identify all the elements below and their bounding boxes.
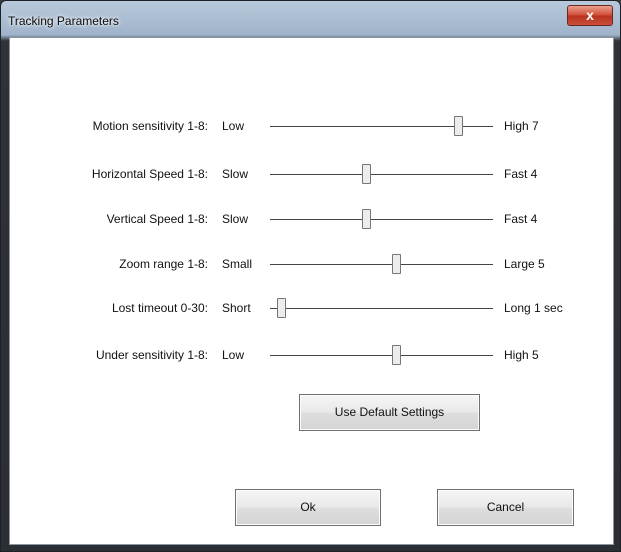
- slider-max-label: Large 5: [504, 257, 545, 271]
- slider-min-label: Low: [222, 348, 245, 362]
- slider-row-vertical-speed: Vertical Speed 1-8: Slow Fast 4: [10, 204, 615, 234]
- slider-max-label: Fast 4: [504, 212, 538, 226]
- slider-track[interactable]: [270, 308, 493, 309]
- slider-track[interactable]: [270, 264, 493, 265]
- slider-row-zoom-range: Zoom range 1-8: Small Large 5: [10, 249, 615, 279]
- slider-min-label: Slow: [222, 212, 249, 226]
- slider-thumb[interactable]: [453, 116, 463, 136]
- slider-label: Horizontal Speed 1-8:: [91, 167, 208, 181]
- slider-label: Lost timeout 0-30:: [111, 301, 208, 315]
- slider-thumb[interactable]: [392, 345, 402, 365]
- slider-track[interactable]: [270, 219, 493, 220]
- slider-label: Under sensitivity 1-8:: [95, 348, 208, 362]
- slider-thumb[interactable]: [361, 209, 371, 229]
- ok-button[interactable]: Ok: [235, 489, 381, 526]
- slider-label: Zoom range 1-8:: [119, 257, 208, 271]
- slider-min-label: Low: [222, 119, 245, 133]
- slider-thumb[interactable]: [392, 254, 402, 274]
- close-icon: x: [586, 7, 594, 23]
- slider-max-label: High 7: [504, 119, 539, 133]
- dialog-client-area: Motion sensitivity 1-8: Low High 7 Horiz…: [9, 37, 614, 545]
- slider-row-motion-sensitivity: Motion sensitivity 1-8: Low High 7: [10, 111, 615, 141]
- slider-label: Motion sensitivity 1-8:: [92, 119, 208, 133]
- window-title: Tracking Parameters: [8, 14, 119, 28]
- close-button[interactable]: x: [567, 5, 613, 26]
- slider-label: Vertical Speed 1-8:: [106, 212, 208, 226]
- slider-min-label: Small: [222, 257, 253, 271]
- slider-row-under-sensitivity: Under sensitivity 1-8: Low High 5: [10, 340, 615, 370]
- slider-track[interactable]: [270, 174, 493, 175]
- slider-min-label: Slow: [222, 167, 249, 181]
- slider-row-lost-timeout: Lost timeout 0-30: Short Long 1 sec: [10, 293, 615, 323]
- title-bar[interactable]: Tracking Parameters x: [1, 1, 621, 37]
- slider-max-label: Fast 4: [504, 167, 538, 181]
- slider-min-label: Short: [222, 301, 251, 315]
- slider-row-horizontal-speed: Horizontal Speed 1-8: Slow Fast 4: [10, 159, 615, 189]
- cancel-button[interactable]: Cancel: [437, 489, 574, 526]
- slider-max-label: High 5: [504, 348, 539, 362]
- slider-max-label: Long 1 sec: [504, 301, 563, 315]
- slider-track[interactable]: [270, 355, 493, 356]
- slider-thumb[interactable]: [361, 164, 371, 184]
- tracking-parameters-window: Tracking Parameters x Motion sensitivity…: [0, 0, 621, 552]
- use-default-settings-button[interactable]: Use Default Settings: [299, 394, 480, 431]
- slider-thumb[interactable]: [276, 298, 286, 318]
